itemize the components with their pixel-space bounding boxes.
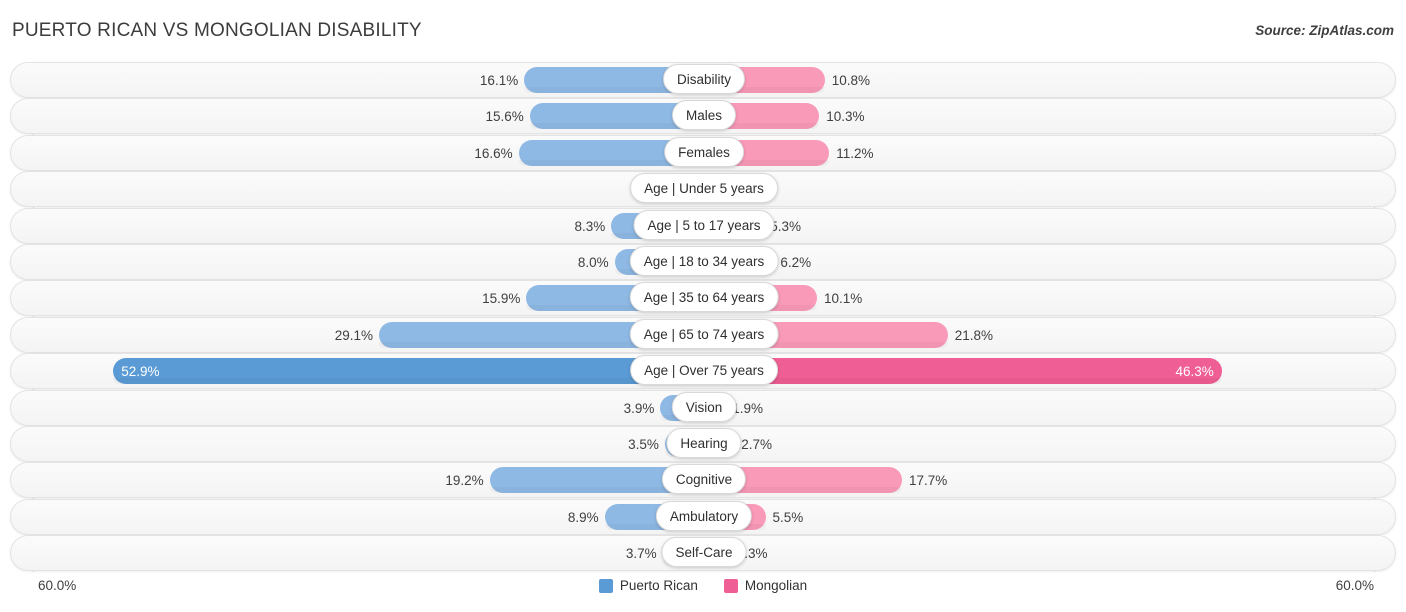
table-row[interactable]: 8.9% 5.5% Ambulatory [10, 498, 1396, 535]
bar-row-list: 16.1% 10.8% Disability 15.6% 10.3% Males 16.6%… [0, 62, 1406, 572]
value-label-mongolian: 2.7% [741, 436, 772, 452]
table-row[interactable]: 8.0% 6.2% Age | 18 to 34 years [10, 243, 1396, 280]
table-row[interactable]: 1.7%1.1%Age | Under 5 years [10, 171, 1396, 208]
legend-swatch-icon [598, 578, 613, 593]
legend-label: Mongolian [744, 578, 808, 593]
category-label-pill[interactable]: Self-Care [661, 537, 747, 568]
value-label-puerto-rican: 16.6% [474, 145, 513, 161]
legend-item[interactable]: Mongolian [723, 578, 808, 593]
category-label-pill[interactable]: Males [671, 100, 737, 131]
value-label-mongolian: 11.2% [836, 145, 874, 161]
value-label-puerto-rican: 15.6% [485, 109, 524, 125]
table-row[interactable]: 15.6% 10.3% Males [10, 98, 1396, 135]
category-label-pill[interactable]: Age | 35 to 64 years [629, 282, 779, 313]
value-label-puerto-rican: 16.1% [479, 73, 519, 88]
legend-swatch-icon [723, 578, 738, 593]
table-row[interactable]: 16.1% 10.8% Disability [10, 62, 1396, 98]
chart-legend: Puerto Rican Mongolian [0, 578, 1406, 593]
table-row[interactable]: 29.1% 21.8% Age | 65 to 74 years [10, 316, 1396, 353]
table-row[interactable]: 15.9% 10.1% Age | 35 to 64 years [10, 280, 1396, 317]
value-label-puerto-rican: 3.7% [625, 546, 657, 562]
value-label-puerto-rican: 52.9% [121, 364, 160, 380]
table-row[interactable]: 16.6% 11.2% Females [10, 134, 1396, 171]
value-label-mongolian: 17.7% [908, 473, 948, 489]
category-label-pill[interactable]: Age | 5 to 17 years [633, 209, 775, 240]
table-row[interactable]: 3.5% 2.7% Hearing [10, 425, 1396, 462]
table-row[interactable]: 19.2% 17.7% Cognitive [10, 462, 1396, 499]
source-attribution: Source: ZipAtlas.com [1255, 23, 1394, 38]
page-title: PUERTO RICAN VS MONGOLIAN DISABILITY [12, 20, 422, 41]
chart-plot-area: 16.1% 10.8% Disability 15.6% 10.3% Males 16.6%… [0, 62, 1406, 572]
value-label-mongolian: 1.9% [732, 400, 764, 416]
value-label-mongolian: 2.3% [736, 546, 768, 562]
category-label-pill[interactable]: Hearing [666, 427, 742, 458]
table-row[interactable]: 3.7% 2.3% Self-Care [10, 535, 1396, 572]
value-label-puerto-rican: 19.2% [445, 473, 484, 489]
legend-item[interactable]: Puerto Rican [598, 578, 698, 593]
value-label-puerto-rican: 8.3% [574, 218, 606, 234]
category-label-pill[interactable]: Cognitive [661, 464, 747, 495]
value-label-mongolian: 46.3% [1175, 364, 1214, 380]
value-label-mongolian: 6.2% [780, 254, 812, 270]
category-label-pill[interactable]: Age | Under 5 years [630, 173, 778, 204]
chart-header: PUERTO RICAN VS MONGOLIAN DISABILITY Sou… [0, 0, 1406, 62]
value-label-mongolian: 5.5% [772, 509, 804, 525]
category-label-pill[interactable]: Ambulatory [655, 500, 753, 531]
legend-label: Puerto Rican [619, 578, 698, 593]
value-label-puerto-rican: 3.5% [628, 436, 659, 452]
value-label-mongolian: 10.1% [823, 291, 863, 307]
value-label-puerto-rican: 8.0% [577, 254, 609, 270]
value-label-puerto-rican: 29.1% [334, 327, 374, 343]
value-label-puerto-rican: 3.9% [623, 400, 655, 416]
value-label-puerto-rican: 15.9% [482, 291, 521, 307]
value-label-mongolian: 10.3% [826, 109, 865, 125]
category-label-pill[interactable]: Vision [671, 391, 737, 422]
category-label-pill[interactable]: Age | Over 75 years [630, 355, 778, 386]
value-label-mongolian: 10.8% [831, 73, 871, 88]
category-label-pill[interactable]: Age | 65 to 74 years [629, 318, 779, 349]
table-row[interactable]: 52.9% 46.3% Age | Over 75 years [10, 353, 1396, 390]
value-label-mongolian: 5.3% [770, 218, 802, 234]
value-label-puerto-rican: 8.9% [567, 509, 599, 525]
chart-footer: 60.0% 60.0% Puerto Rican Mongolian [0, 572, 1406, 612]
table-row[interactable]: 8.3% 5.3% Age | 5 to 17 years [10, 207, 1396, 244]
category-label-pill[interactable]: Disability [662, 64, 746, 94]
value-label-mongolian: 21.8% [954, 327, 994, 343]
category-label-pill[interactable]: Age | 18 to 34 years [629, 245, 779, 276]
table-row[interactable]: 3.9% 1.9% Vision [10, 389, 1396, 426]
category-label-pill[interactable]: Females [664, 136, 744, 167]
chart-page: PUERTO RICAN VS MONGOLIAN DISABILITY Sou… [0, 0, 1406, 612]
